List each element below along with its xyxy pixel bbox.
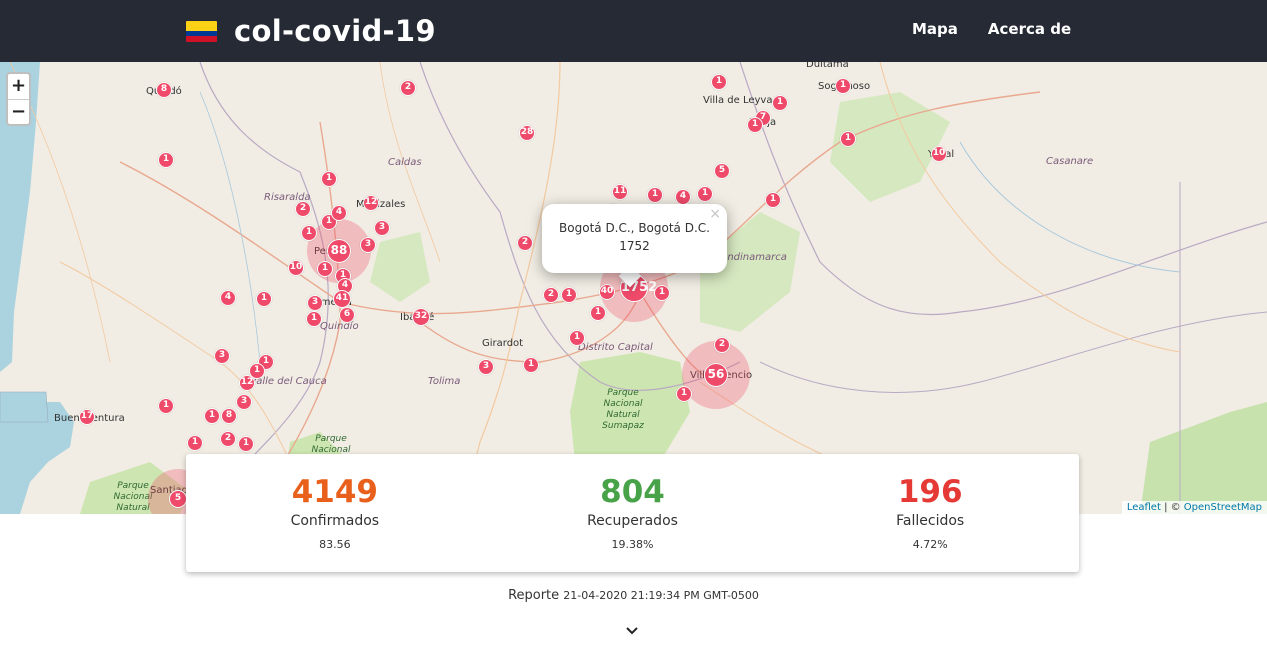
case-marker[interactable]: 1 bbox=[772, 95, 788, 111]
case-marker[interactable]: 1 bbox=[523, 357, 539, 373]
case-marker[interactable]: 3 bbox=[236, 394, 252, 410]
case-marker[interactable]: 41 bbox=[333, 290, 351, 308]
case-marker[interactable]: 10 bbox=[288, 260, 304, 276]
case-marker[interactable]: 1 bbox=[697, 186, 713, 202]
case-marker[interactable]: 4 bbox=[220, 290, 236, 306]
case-marker[interactable]: 4 bbox=[331, 205, 347, 221]
case-marker[interactable]: 2 bbox=[714, 337, 730, 353]
popup: × Bogotá D.C., Bogotá D.C. 1752 bbox=[542, 204, 727, 273]
marker-layer: 8212811117111011511141212124138831011441… bbox=[0, 62, 1267, 514]
case-marker[interactable]: 3 bbox=[214, 348, 230, 364]
nav-links: Mapa Acerca de bbox=[912, 20, 1101, 38]
case-marker[interactable]: 1 bbox=[569, 330, 585, 346]
case-marker[interactable]: 5 bbox=[169, 490, 187, 508]
stat-value: 4149 bbox=[291, 474, 378, 510]
case-marker[interactable]: 28 bbox=[519, 125, 535, 141]
stat-label: Fallecidos bbox=[896, 513, 965, 529]
case-marker[interactable]: 3 bbox=[478, 359, 494, 375]
case-marker[interactable]: 1 bbox=[158, 152, 174, 168]
case-marker[interactable]: 8 bbox=[156, 82, 172, 98]
case-marker[interactable]: 88 bbox=[327, 239, 351, 263]
report-timestamp: 21-04-2020 21:19:34 PM GMT-0500 bbox=[563, 589, 759, 602]
case-marker[interactable]: 2 bbox=[543, 287, 559, 303]
case-marker[interactable]: 8 bbox=[221, 408, 237, 424]
case-marker[interactable]: 1 bbox=[321, 171, 337, 187]
case-marker[interactable]: 6 bbox=[339, 307, 355, 323]
case-marker[interactable]: 1 bbox=[711, 74, 727, 90]
leaflet-link[interactable]: Leaflet bbox=[1127, 502, 1161, 513]
case-marker[interactable]: 1 bbox=[238, 436, 254, 452]
case-marker[interactable]: 1 bbox=[301, 225, 317, 241]
case-marker[interactable]: 1 bbox=[747, 117, 763, 133]
case-marker[interactable]: 12 bbox=[363, 195, 379, 211]
report-line: Reporte 21-04-2020 21:19:34 PM GMT-0500 bbox=[0, 588, 1267, 603]
openstreetmap-link[interactable]: OpenStreetMap bbox=[1184, 502, 1262, 513]
case-marker[interactable]: 1 bbox=[835, 78, 851, 94]
case-marker[interactable]: 3 bbox=[360, 237, 376, 253]
stat-sub: 19.38% bbox=[611, 538, 654, 551]
case-marker[interactable]: 1 bbox=[317, 261, 333, 277]
stats-card: 4149 Confirmados 83.56 804 Recuperados 1… bbox=[186, 454, 1079, 572]
popup-title: Bogotá D.C., Bogotá D.C. bbox=[559, 221, 710, 235]
case-marker[interactable]: 1 bbox=[187, 435, 203, 451]
case-marker[interactable]: 4 bbox=[675, 189, 691, 205]
nav-link-mapa[interactable]: Mapa bbox=[912, 20, 958, 38]
brand[interactable]: col-covid-19 bbox=[186, 12, 436, 50]
navbar: col-covid-19 Mapa Acerca de bbox=[0, 0, 1267, 62]
case-marker[interactable]: 3 bbox=[307, 295, 323, 311]
chevron-down-icon[interactable] bbox=[624, 623, 640, 639]
case-marker[interactable]: 1 bbox=[590, 305, 606, 321]
case-marker[interactable]: 5 bbox=[714, 163, 730, 179]
case-marker[interactable]: 1 bbox=[647, 187, 663, 203]
report-label: Reporte bbox=[508, 588, 560, 603]
case-marker[interactable]: 2 bbox=[517, 235, 533, 251]
brand-title[interactable]: col-covid-19 bbox=[234, 14, 436, 48]
case-marker[interactable]: 12 bbox=[239, 375, 255, 391]
map[interactable]: + − QuibdóCaldasRisaraldaManizalesPereir… bbox=[0, 62, 1267, 514]
attribution-separator: | © bbox=[1160, 502, 1184, 513]
stat-fallecidos: 196 Fallecidos 4.72% bbox=[781, 454, 1079, 572]
popup-close-icon[interactable]: × bbox=[709, 206, 721, 222]
stat-value: 196 bbox=[897, 474, 963, 510]
case-marker[interactable]: 1 bbox=[256, 291, 272, 307]
case-marker[interactable]: 11 bbox=[612, 184, 628, 200]
colombia-flag-icon bbox=[186, 20, 217, 42]
case-marker[interactable]: 17 bbox=[79, 409, 95, 425]
stat-label: Confirmados bbox=[290, 513, 380, 529]
nav-link-acerca-de[interactable]: Acerca de bbox=[988, 20, 1071, 38]
case-marker[interactable]: 56 bbox=[704, 363, 728, 387]
case-marker[interactable]: 3 bbox=[374, 220, 390, 236]
case-marker[interactable]: 32 bbox=[412, 308, 430, 326]
case-marker[interactable]: 1 bbox=[561, 287, 577, 303]
popup-value: 1752 bbox=[619, 239, 650, 253]
case-marker[interactable]: 1 bbox=[840, 131, 856, 147]
stat-value: 804 bbox=[600, 474, 665, 510]
stat-recuperados: 804 Recuperados 19.38% bbox=[484, 454, 782, 572]
case-marker[interactable]: 1 bbox=[306, 311, 322, 327]
case-marker[interactable]: 1 bbox=[158, 398, 174, 414]
stat-sub: 83.56 bbox=[319, 538, 351, 551]
case-marker[interactable]: 1 bbox=[204, 408, 220, 424]
case-marker[interactable]: 10 bbox=[931, 146, 947, 162]
case-marker[interactable]: 1 bbox=[676, 386, 692, 402]
case-marker[interactable]: 1 bbox=[654, 285, 670, 301]
map-attribution: Leaflet | © OpenStreetMap bbox=[1121, 501, 1267, 514]
case-marker[interactable]: 2 bbox=[295, 201, 311, 217]
stat-sub: 4.72% bbox=[912, 538, 948, 551]
stat-confirmados: 4149 Confirmados 83.56 bbox=[186, 454, 484, 572]
case-marker[interactable]: 40 bbox=[599, 284, 615, 300]
stat-label: Recuperados bbox=[587, 513, 678, 529]
case-marker[interactable]: 1 bbox=[765, 192, 781, 208]
case-marker[interactable]: 2 bbox=[220, 431, 236, 447]
case-marker[interactable]: 2 bbox=[400, 80, 416, 96]
